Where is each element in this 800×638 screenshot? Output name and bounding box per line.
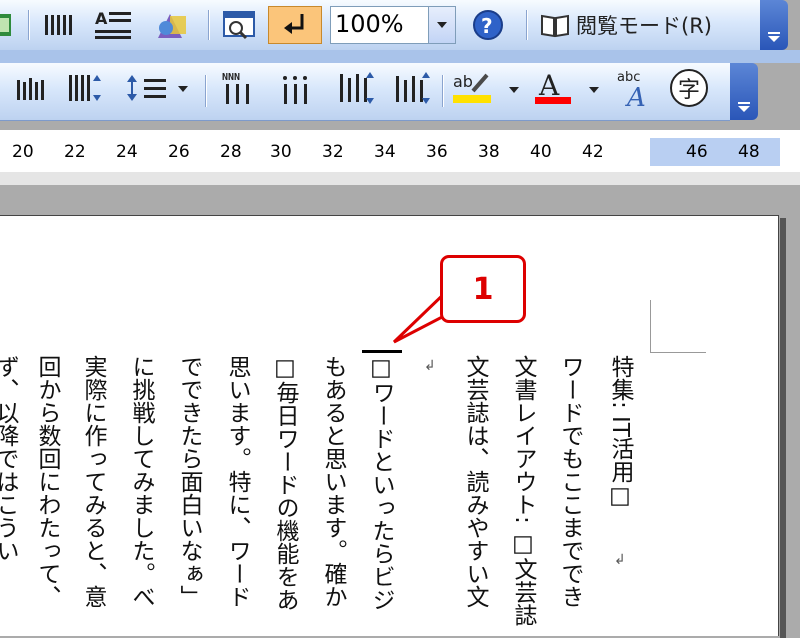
ruler-number: 40 [530, 142, 552, 162]
text-column[interactable]: ず、以降ではこうい [0, 355, 20, 562]
toolbar-options-grip-2[interactable] [730, 63, 758, 120]
font-color-button[interactable]: A [532, 69, 606, 107]
distributed-align-icon[interactable] [14, 69, 50, 107]
align-top-icon[interactable]: NNN [218, 69, 262, 107]
text-column[interactable]: 思います。特に、ワード [222, 355, 252, 608]
paragraph-mark-icon: ↲ [424, 358, 436, 374]
ruler-number: 28 [220, 142, 242, 162]
align-bottom-icon[interactable] [390, 69, 434, 107]
text-column[interactable]: 回から数回にわたって、 [32, 355, 62, 608]
horizontal-ruler[interactable]: 20 22 24 26 28 30 32 34 36 38 40 42 46 4… [0, 130, 800, 172]
ruler-number: 26 [168, 142, 190, 162]
show-hide-marks-button[interactable] [268, 6, 322, 44]
text-column[interactable]: □毎日ワードの機能をあ [270, 355, 300, 611]
line-spacing-button[interactable] [122, 69, 192, 107]
text-column[interactable]: ワードでもここまででき [555, 355, 585, 608]
svg-text:A: A [95, 9, 108, 28]
book-icon [541, 14, 569, 38]
text-cursor [362, 350, 402, 353]
help-icon[interactable]: ? [468, 6, 508, 44]
highlight-button[interactable]: ab [450, 69, 526, 107]
columns-icon[interactable] [40, 6, 76, 44]
excel-icon[interactable] [0, 6, 14, 44]
svg-text:NNN: NNN [222, 72, 240, 83]
formatting-toolbar: NNN ab A abc A 字 [0, 63, 758, 121]
align-center-icon[interactable] [276, 69, 320, 107]
ruler-margin-shade [650, 138, 780, 166]
ruler-number: 30 [270, 142, 292, 162]
zoom-combobox[interactable]: 100% [330, 6, 456, 44]
align-distributed-icon[interactable] [334, 69, 378, 107]
ruler-number: 22 [64, 142, 86, 162]
svg-text:ab: ab [453, 72, 473, 91]
reading-mode-label: 閲覧モード(R) [576, 14, 712, 38]
zoom-value: 100% [335, 10, 404, 38]
ruler-number: 38 [478, 142, 500, 162]
ruler-number: 42 [582, 142, 604, 162]
ruler-number: 20 [12, 142, 34, 162]
ruler-number: 36 [426, 142, 448, 162]
ruler-bottom-edge [0, 172, 800, 185]
paragraph-mark-icon: ↲ [614, 552, 626, 568]
text-column[interactable]: でできたら面白いなぁ」 [174, 355, 204, 608]
toolbar-separator [208, 10, 209, 40]
line-spacing-grid-icon[interactable] [64, 69, 106, 107]
ruler-number: 32 [322, 142, 344, 162]
page-shadow [780, 218, 786, 638]
enclosed-character-icon[interactable]: 字 [664, 69, 714, 107]
text-column[interactable]: 特集: IT活用□ [605, 355, 635, 509]
text-column[interactable]: もあると思います。確か [318, 355, 348, 608]
toolbar-separator [442, 75, 443, 107]
callout-badge: 1 [440, 255, 526, 323]
reading-mode-button[interactable]: 閲覧モード(R) [540, 6, 755, 44]
ruler-number: 34 [374, 142, 396, 162]
text-column[interactable]: 文書レイアウト: □文芸誌 [508, 355, 538, 626]
ruler-number: 48 [738, 142, 760, 162]
toolbar-separator [205, 75, 206, 107]
toolbar-band [0, 50, 800, 63]
svg-text:A: A [625, 83, 646, 108]
text-column[interactable]: 実際に作ってみると、意 [78, 355, 108, 608]
margin-corner-mark [650, 300, 706, 353]
toolbar-separator [28, 10, 29, 40]
svg-text:?: ? [481, 14, 493, 38]
ruler-number: 46 [686, 142, 708, 162]
text-column[interactable]: 文芸誌は、読みやすい文 [460, 355, 490, 608]
text-column[interactable]: □ワードといったらビジ [366, 355, 396, 611]
ruler-number: 24 [116, 142, 138, 162]
text-column[interactable]: に挑戦してみました。べ [126, 355, 156, 608]
zoom-dropdown-arrow[interactable] [428, 7, 455, 43]
phonetic-guide-icon[interactable]: abc A [612, 69, 660, 108]
toolbar-separator [526, 10, 527, 40]
toolbar-options-grip[interactable] [760, 0, 788, 50]
document-map-icon[interactable] [218, 6, 262, 44]
text-direction-icon[interactable]: A [92, 6, 136, 44]
svg-text:字: 字 [678, 78, 700, 103]
callout-number: 1 [472, 271, 494, 307]
shapes-icon[interactable] [150, 6, 194, 44]
standard-toolbar: A 100% ? 閲覧モード(R) [0, 0, 788, 51]
